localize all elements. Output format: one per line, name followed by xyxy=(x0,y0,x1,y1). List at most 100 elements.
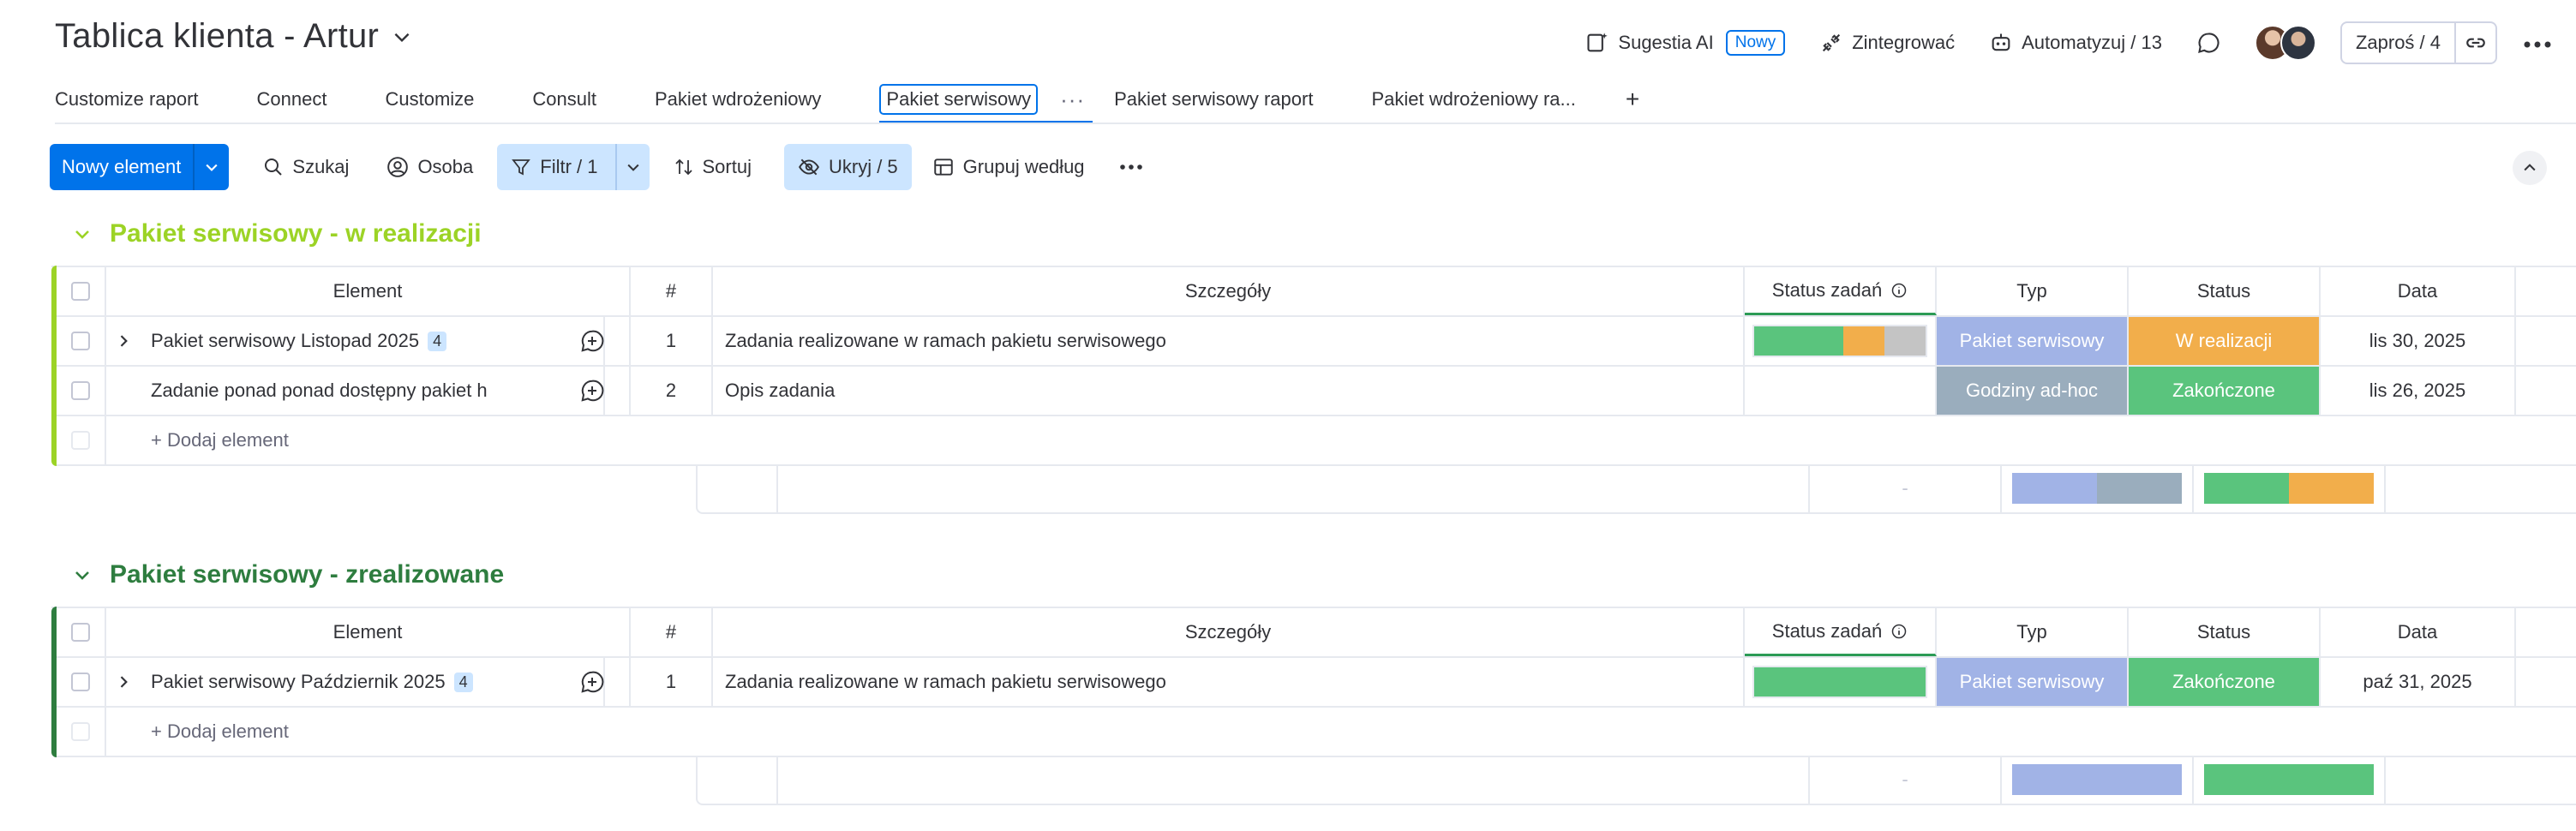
column-header-details[interactable]: Szczegóły xyxy=(713,608,1745,656)
column-header-task-status[interactable]: Status zadań xyxy=(1745,267,1937,315)
type-label-cell[interactable]: Pakiet serwisowy xyxy=(1937,317,2129,365)
status-label-cell[interactable]: W realizacji xyxy=(2129,317,2321,365)
group-header[interactable]: Pakiet serwisowy - zrealizowane xyxy=(72,560,504,589)
date-cell[interactable]: paź 31, 2025 xyxy=(2321,658,2516,706)
avatar[interactable] xyxy=(2279,25,2316,61)
hide-columns-button[interactable]: Ukryj / 5 xyxy=(783,144,912,190)
chevron-down-icon[interactable] xyxy=(72,224,93,244)
item-name[interactable]: Zadanie ponad ponad dostępny pakiet h xyxy=(151,380,488,402)
item-updates-cell[interactable] xyxy=(555,658,631,706)
new-item-button[interactable]: Nowy element xyxy=(50,144,193,190)
row-checkbox[interactable] xyxy=(57,317,106,365)
table-row[interactable]: Pakiet serwisowy Październik 2025 4 1 Za… xyxy=(57,658,2576,708)
item-name-cell[interactable]: Pakiet serwisowy Listopad 2025 4 xyxy=(106,317,605,365)
expand-subitems-button[interactable] xyxy=(106,673,141,691)
status-label-cell[interactable]: Zakończone xyxy=(2129,367,2321,415)
status-label-cell[interactable]: Zakończone xyxy=(2129,658,2321,706)
tab-options-icon[interactable]: ··· xyxy=(1060,87,1085,113)
integrate-button[interactable]: Zintegrować xyxy=(1819,31,1955,55)
column-header-status[interactable]: Status xyxy=(2129,608,2321,656)
add-item-input[interactable]: + Dodaj element xyxy=(106,416,2516,464)
summary-status[interactable] xyxy=(2194,756,2386,804)
item-details[interactable]: Zadania realizowane w ramach pakietu ser… xyxy=(713,658,1745,706)
column-header-details[interactable]: Szczegóły xyxy=(713,267,1745,315)
sort-button[interactable]: Sortuj xyxy=(660,144,765,190)
invite-button[interactable]: Zaproś / 4 xyxy=(2342,32,2454,54)
summary-status[interactable] xyxy=(2194,464,2386,512)
item-details[interactable]: Opis zadania xyxy=(713,367,1745,415)
filter-button[interactable]: Filtr / 1 xyxy=(497,144,650,190)
select-all-checkbox[interactable] xyxy=(57,608,106,656)
select-all-checkbox[interactable] xyxy=(57,267,106,315)
board-title-area[interactable]: Tablica klienta - Artur xyxy=(55,17,413,56)
board-title[interactable]: Tablica klienta - Artur xyxy=(55,17,379,56)
table-row[interactable]: Pakiet serwisowy Listopad 2025 4 1 Zadan… xyxy=(57,317,2576,367)
tab-pakiet-wdrozeniowy-raport[interactable]: Pakiet wdrożeniowy ra... xyxy=(1371,75,1575,123)
group-header[interactable]: Pakiet serwisowy - w realizacji xyxy=(72,219,482,248)
person-filter-button[interactable]: Osoba xyxy=(373,144,487,190)
column-header-type[interactable]: Typ xyxy=(1937,267,2129,315)
automate-button[interactable]: Automatyzuj / 13 xyxy=(1989,31,2162,55)
item-updates-cell[interactable] xyxy=(555,317,631,365)
invite-button-group[interactable]: Zaproś / 4 xyxy=(2339,21,2497,64)
item-number[interactable]: 1 xyxy=(631,317,713,365)
tab-connect[interactable]: Connect xyxy=(257,75,327,123)
column-header-type[interactable]: Typ xyxy=(1937,608,2129,656)
column-header-number[interactable]: # xyxy=(631,267,713,315)
expand-subitems-button[interactable] xyxy=(106,332,141,350)
new-item-dropdown[interactable] xyxy=(193,144,229,190)
date-cell[interactable]: lis 30, 2025 xyxy=(2321,317,2516,365)
updates-button[interactable] xyxy=(2196,31,2220,55)
tab-pakiet-serwisowy[interactable]: Pakiet serwisowy xyxy=(879,75,1093,123)
column-header-date[interactable]: Data xyxy=(2321,608,2516,656)
more-options-button[interactable] xyxy=(2523,32,2552,54)
subitems-count-badge[interactable]: 4 xyxy=(453,672,473,692)
group-title[interactable]: Pakiet serwisowy - w realizacji xyxy=(110,219,482,248)
row-checkbox[interactable] xyxy=(57,367,106,415)
add-item-row[interactable]: + Dodaj element xyxy=(57,416,2576,466)
filter-dropdown[interactable] xyxy=(614,144,650,190)
info-icon[interactable] xyxy=(1890,282,1908,299)
column-header-date[interactable]: Data xyxy=(2321,267,2516,315)
new-item-button-group[interactable]: Nowy element xyxy=(50,144,230,190)
collapse-header-button[interactable] xyxy=(2513,151,2547,185)
item-updates-cell[interactable] xyxy=(555,367,631,415)
task-status-cell[interactable] xyxy=(1745,367,1937,415)
group-by-button[interactable]: Grupuj według xyxy=(919,144,1099,190)
add-item-row[interactable]: + Dodaj element xyxy=(57,708,2576,757)
task-status-cell[interactable] xyxy=(1745,658,1937,706)
tab-pakiet-serwisowy-raport[interactable]: Pakiet serwisowy raport xyxy=(1114,75,1313,123)
add-update-icon[interactable] xyxy=(579,328,605,354)
table-row[interactable]: Zadanie ponad ponad dostępny pakiet h 2 … xyxy=(57,367,2576,416)
add-item-input[interactable]: + Dodaj element xyxy=(106,708,2516,756)
item-number[interactable]: 1 xyxy=(631,658,713,706)
group-title[interactable]: Pakiet serwisowy - zrealizowane xyxy=(110,560,504,589)
column-header-element[interactable]: Element xyxy=(106,608,631,656)
subitems-count-badge[interactable]: 4 xyxy=(428,331,447,351)
item-name[interactable]: Pakiet serwisowy Październik 2025 xyxy=(151,671,446,693)
column-header-status[interactable]: Status xyxy=(2129,267,2321,315)
row-checkbox[interactable] xyxy=(57,658,106,706)
type-label-cell[interactable]: Pakiet serwisowy xyxy=(1937,658,2129,706)
summary-type[interactable] xyxy=(2002,464,2194,512)
type-label-cell[interactable]: Godziny ad-hoc xyxy=(1937,367,2129,415)
add-update-icon[interactable] xyxy=(579,378,605,404)
column-header-element[interactable]: Element xyxy=(106,267,631,315)
add-view-button[interactable]: + xyxy=(1626,86,1639,113)
tab-customize-raport[interactable]: Customize raport xyxy=(55,75,199,123)
tab-label[interactable]: Pakiet serwisowy xyxy=(879,84,1039,115)
tab-pakiet-wdrozeniowy[interactable]: Pakiet wdrożeniowy xyxy=(655,75,821,123)
chevron-down-icon[interactable] xyxy=(72,565,93,585)
chevron-down-icon[interactable] xyxy=(391,26,413,48)
date-cell[interactable]: lis 26, 2025 xyxy=(2321,367,2516,415)
copy-link-button[interactable] xyxy=(2454,23,2495,63)
search-button[interactable]: Szukaj xyxy=(249,144,362,190)
tab-customize[interactable]: Customize xyxy=(385,75,474,123)
info-icon[interactable] xyxy=(1890,623,1908,640)
tab-consult[interactable]: Consult xyxy=(532,75,596,123)
task-status-cell[interactable] xyxy=(1745,317,1937,365)
add-update-icon[interactable] xyxy=(579,669,605,695)
column-header-task-status[interactable]: Status zadań xyxy=(1745,608,1937,656)
ai-suggestion-button[interactable]: Sugestia AI Nowy xyxy=(1585,30,1786,56)
board-members[interactable] xyxy=(2254,25,2316,61)
